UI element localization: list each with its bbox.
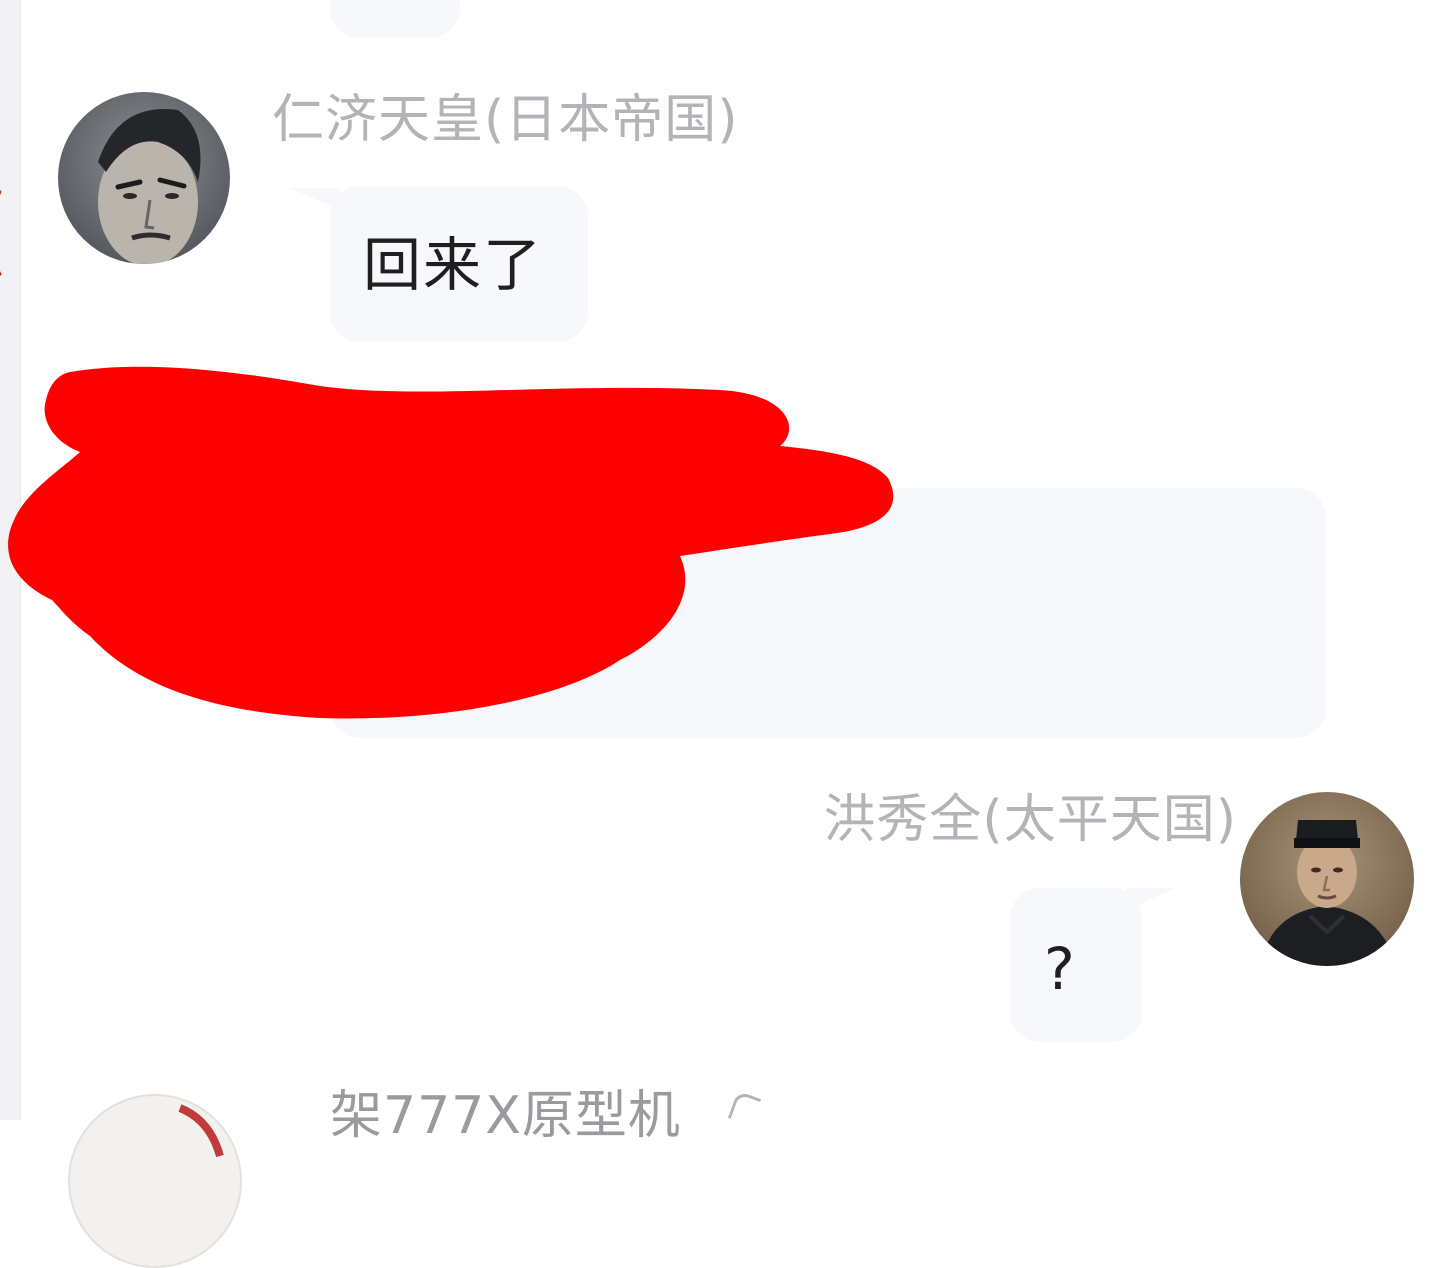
portrait-avatar-icon xyxy=(58,92,230,264)
sender-badge-icon xyxy=(727,1090,762,1127)
sender-name: 架777X原型机 xyxy=(330,1086,681,1146)
previous-message-bubble[interactable] xyxy=(330,0,460,38)
message-text: ? xyxy=(1044,935,1077,1003)
portrait-avatar-icon xyxy=(1240,792,1414,966)
sender-name: 仁济天皇(日本帝国) xyxy=(272,90,739,150)
sender-name: 洪秀全(太平天国) xyxy=(823,790,1237,850)
message-text: 回来了 xyxy=(363,231,544,299)
redaction-scribble xyxy=(8,366,894,719)
sender-avatar[interactable] xyxy=(1240,792,1414,966)
sender-avatar[interactable] xyxy=(58,92,230,264)
bubble-tail xyxy=(1126,888,1176,910)
sender-avatar[interactable] xyxy=(68,1094,242,1268)
edge-annotation-mark xyxy=(0,180,36,286)
partial-avatar-icon xyxy=(178,1104,224,1158)
